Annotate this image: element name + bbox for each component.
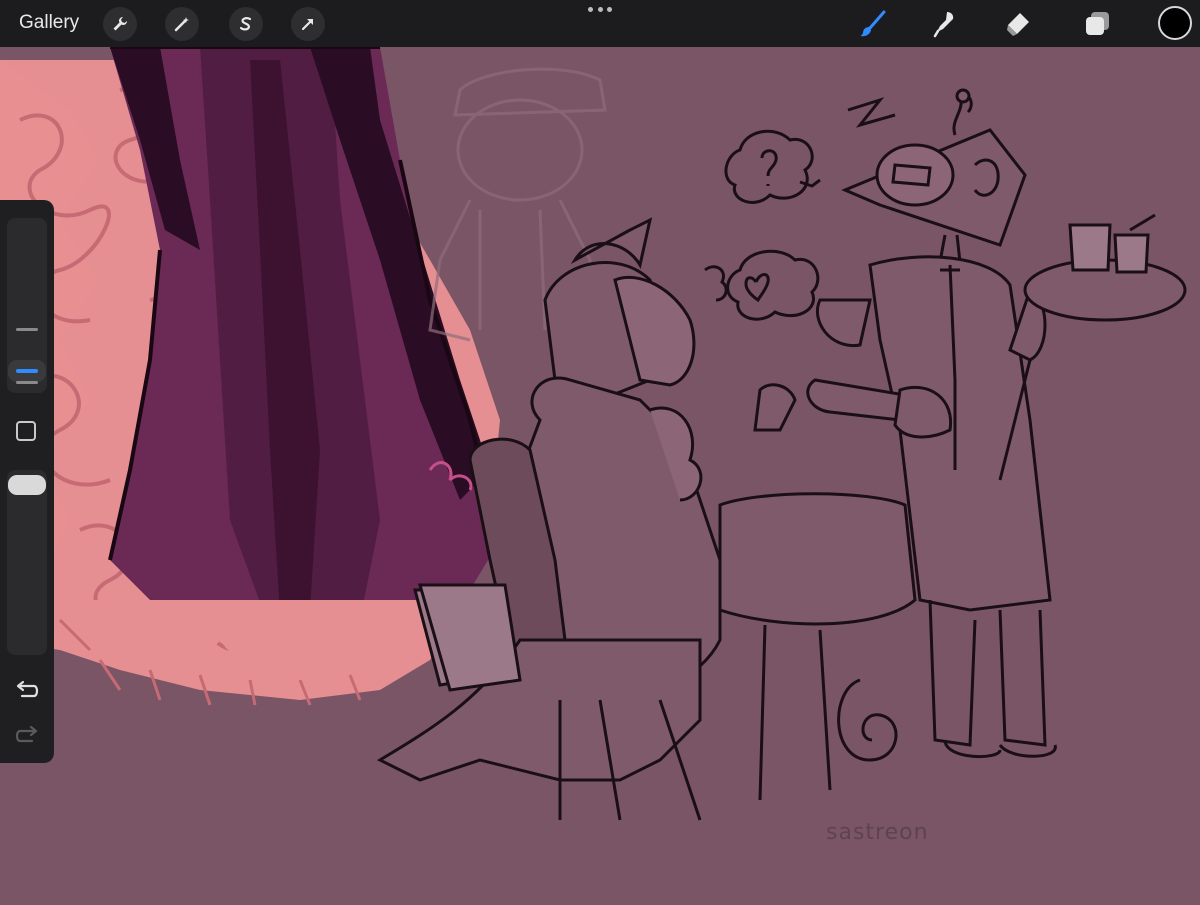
undo-icon[interactable]	[14, 680, 40, 702]
drawing-canvas[interactable]: sastreon	[0, 45, 1200, 900]
left-sidebar	[0, 200, 54, 763]
layers-icon[interactable]	[1080, 6, 1116, 42]
artwork	[0, 45, 1187, 821]
brush-size-slider[interactable]	[7, 218, 47, 393]
wrench-icon[interactable]	[103, 7, 137, 41]
more-options-button[interactable]	[588, 7, 612, 15]
smudge-icon[interactable]	[927, 6, 963, 42]
redo-icon[interactable]	[14, 725, 40, 747]
modify-button[interactable]	[16, 421, 36, 441]
opacity-slider[interactable]	[7, 470, 47, 655]
top-toolbar: Gallery	[0, 0, 1200, 47]
brush-size-thumb[interactable]	[8, 360, 46, 382]
brush-icon[interactable]	[855, 6, 891, 42]
magic-wand-icon[interactable]	[165, 7, 199, 41]
eraser-icon[interactable]	[1000, 6, 1036, 42]
transform-arrow-icon[interactable]	[291, 7, 325, 41]
gallery-button[interactable]: Gallery	[19, 12, 79, 34]
selection-icon[interactable]	[229, 7, 263, 41]
artist-signature: sastreon	[826, 820, 929, 845]
color-picker-button[interactable]	[1158, 6, 1192, 40]
opacity-thumb[interactable]	[8, 475, 46, 495]
